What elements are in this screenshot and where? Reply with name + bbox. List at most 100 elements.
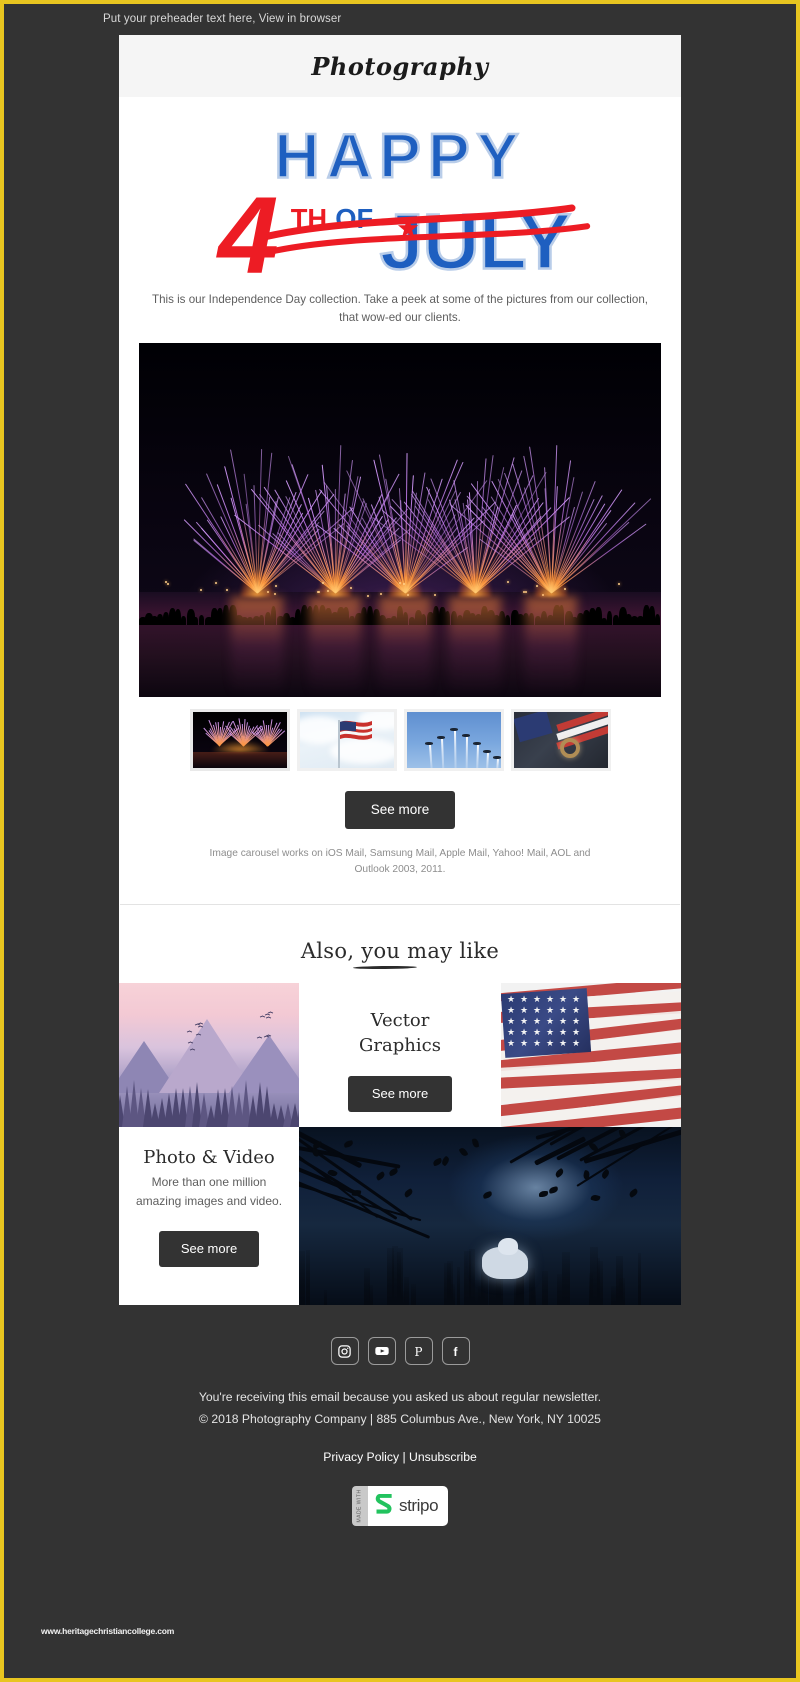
carousel-thumb-3[interactable]	[404, 709, 504, 771]
water-glow	[309, 597, 361, 697]
tree-line	[119, 1071, 299, 1127]
carousel-thumb-4[interactable]	[511, 709, 611, 771]
grunge-american-flag-image[interactable]: ★ ★ ★ ★ ★ ★ ★ ★ ★ ★ ★ ★ ★ ★ ★ ★ ★ ★ ★ ★ ★ ★ ★ ★ ★ ★ ★ ★ ★ ★	[501, 983, 681, 1127]
flag-star: ★	[546, 1006, 554, 1015]
distant-light	[407, 594, 409, 596]
jet-trail	[476, 745, 478, 771]
bird	[187, 1031, 192, 1034]
flag-star: ★	[546, 1028, 554, 1037]
stripo-badge[interactable]: MADE WITH stripo	[352, 1486, 448, 1526]
footer-links: Privacy Policy | Unsubscribe	[4, 1430, 796, 1464]
jet-trail	[465, 737, 467, 771]
jet-trail	[486, 753, 489, 771]
tree	[297, 1084, 299, 1127]
flag-star: ★	[520, 1017, 528, 1026]
flag-star: ★	[572, 995, 580, 1004]
site-watermark: www.heritagechristiancollege.com	[41, 1626, 174, 1636]
flag-star: ★	[546, 995, 554, 1004]
mountain-landscape-image[interactable]	[119, 983, 299, 1127]
flag-star: ★	[520, 1028, 528, 1037]
carousel-cta-wrap: See more	[119, 771, 681, 829]
flag-star: ★	[572, 1039, 580, 1048]
flag-star: ★	[559, 995, 567, 1004]
jet-icon	[437, 736, 445, 739]
stripo-logo-area: stripo	[368, 1486, 448, 1526]
stripo-wordmark: stripo	[399, 1496, 438, 1516]
email-header: Photography	[119, 35, 681, 97]
see-more-button-vector[interactable]: See more	[348, 1076, 452, 1112]
social-links: P f	[4, 1337, 796, 1365]
undergrowth	[478, 1286, 485, 1305]
flag-star: ★	[507, 1039, 515, 1048]
water-glow	[525, 597, 577, 697]
jet-trail	[429, 745, 432, 771]
jet-icon	[462, 734, 470, 737]
undergrowth	[324, 1290, 327, 1306]
see-more-button-photo[interactable]: See more	[159, 1231, 259, 1267]
privacy-policy-link[interactable]: Privacy Policy	[323, 1450, 399, 1464]
person-silhouette	[607, 611, 612, 625]
content-row-1: Vector Graphics See more ★ ★ ★ ★ ★ ★ ★ ★ ★ ★ ★ ★ ★ ★ ★…	[119, 983, 681, 1127]
person-silhouette	[217, 608, 223, 624]
bird	[268, 1012, 273, 1015]
undergrowth	[299, 1251, 304, 1306]
stripo-made-with-tab: MADE WITH	[352, 1486, 368, 1526]
happy-4th-of-july-graphic: .bl { fill:#1e5fc0; stroke:#b9cde9; stro…	[137, 119, 663, 281]
stripo-s-icon	[375, 1494, 395, 1518]
person-silhouette	[199, 615, 204, 625]
distant-light	[564, 588, 566, 590]
flag-star: ★	[572, 1028, 580, 1037]
undergrowth	[306, 1250, 311, 1306]
photo-video-cell: Photo & Video More than one million amaz…	[119, 1127, 299, 1305]
undergrowth	[611, 1286, 619, 1305]
content-row-2: Photo & Video More than one million amaz…	[119, 1127, 681, 1305]
pinterest-icon[interactable]: P	[405, 1337, 433, 1365]
water-glow	[379, 597, 431, 697]
undergrowth	[542, 1271, 548, 1305]
distant-light	[215, 582, 217, 584]
photo-sub-line2: amazing images and video.	[119, 1192, 299, 1211]
facebook-icon[interactable]: f	[442, 1337, 470, 1365]
jet-icon	[473, 742, 481, 745]
undergrowth	[447, 1261, 453, 1305]
bird	[190, 1049, 195, 1052]
email-preview-page: Put your preheader text here, View in br…	[4, 4, 796, 1678]
jet-trail	[441, 739, 444, 771]
water-glow	[231, 597, 283, 697]
svg-text:4: 4	[216, 175, 279, 281]
wolf-forest-image[interactable]	[299, 1127, 681, 1305]
flag-star: ★	[559, 1028, 567, 1037]
undergrowth	[598, 1261, 604, 1306]
flag-star: ★	[559, 1039, 567, 1048]
carousel-thumb-2[interactable]	[297, 709, 397, 771]
instagram-icon[interactable]	[331, 1337, 359, 1365]
undergrowth	[562, 1252, 570, 1305]
footer-line-1: You're receiving this email because you …	[4, 1387, 796, 1408]
carousel-compatibility-note: Image carousel works on iOS Mail, Samsun…	[119, 829, 681, 905]
hero-fireworks-image[interactable]	[139, 343, 661, 697]
email-footer: P f You're receiving this email because …	[4, 1305, 796, 1526]
youtube-icon[interactable]	[368, 1337, 396, 1365]
unsubscribe-link[interactable]: Unsubscribe	[409, 1450, 477, 1464]
photo-video-subtitle: More than one million amazing images and…	[119, 1168, 299, 1210]
bird	[260, 1016, 265, 1019]
flag-star: ★	[533, 995, 541, 1004]
distant-light	[399, 582, 401, 584]
also-you-may-like-section: Also, you may like	[119, 905, 681, 983]
flag-star: ★	[520, 1006, 528, 1015]
flag-star: ★	[533, 1006, 541, 1015]
svg-text:HAPPY: HAPPY	[274, 122, 525, 192]
carousel-thumb-1[interactable]	[190, 709, 290, 771]
preheader-text[interactable]: Put your preheader text here, View in br…	[4, 4, 796, 35]
bird	[196, 1034, 201, 1037]
link-separator: |	[399, 1450, 409, 1464]
see-more-button-carousel[interactable]: See more	[345, 791, 456, 829]
flag-star: ★	[520, 1039, 528, 1048]
jet-trail	[496, 759, 498, 771]
flag-star: ★	[572, 1017, 580, 1026]
undergrowth	[590, 1247, 598, 1306]
photo-sub-line1: More than one million	[119, 1173, 299, 1192]
bird	[264, 1036, 269, 1039]
undergrowth	[457, 1267, 460, 1305]
flag-star: ★	[559, 1017, 567, 1026]
